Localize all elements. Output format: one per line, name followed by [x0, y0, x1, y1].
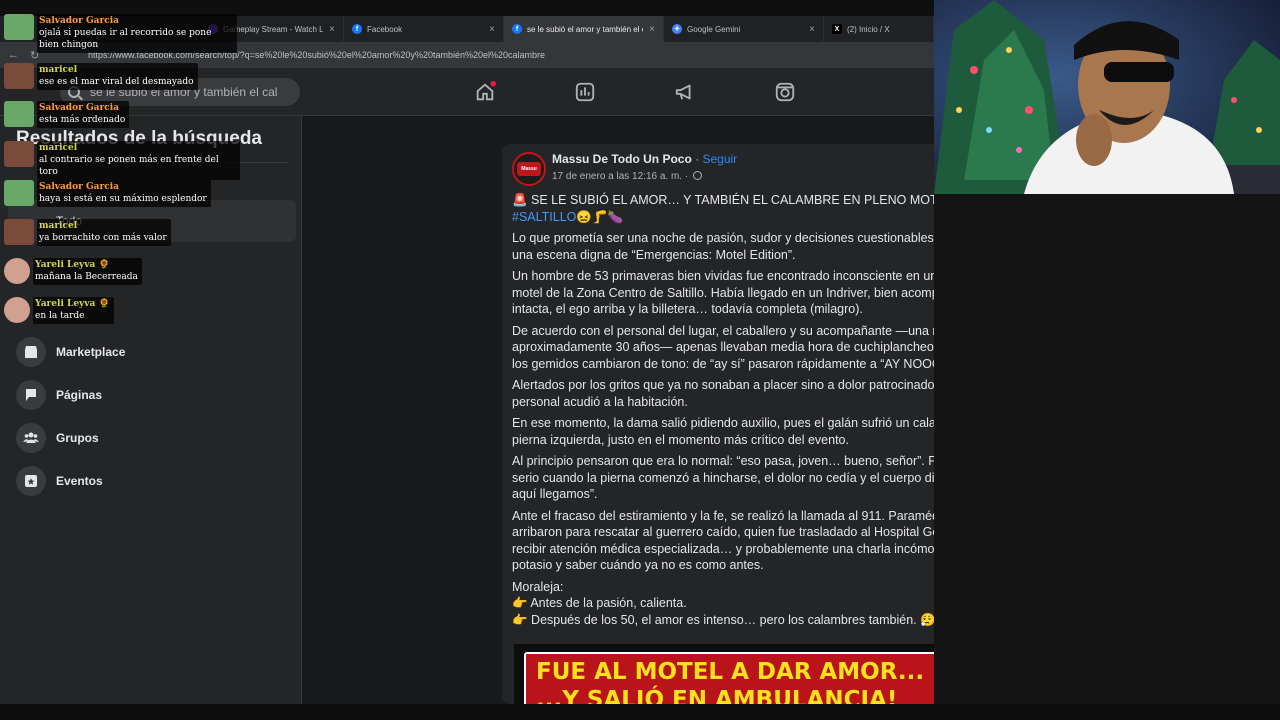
- video-icon[interactable]: [773, 80, 797, 104]
- globe-icon: [692, 171, 702, 180]
- chat-avatar: [4, 101, 34, 127]
- chat-message: maricel ese es el mar viral del desmayado: [4, 63, 198, 90]
- close-icon[interactable]: ×: [649, 24, 655, 35]
- chat-message: Salvador Garcia ojalá si puedas ir al rec…: [4, 14, 237, 53]
- hashtag-link[interactable]: #SALTILLO: [512, 210, 576, 224]
- close-icon[interactable]: ×: [489, 24, 495, 35]
- chat-message: maricel al contrario se ponen más en fren…: [4, 141, 240, 180]
- chat-avatar: [4, 63, 34, 89]
- megaphone-icon[interactable]: [673, 80, 697, 104]
- chat-avatar: [4, 141, 34, 167]
- webcam-overlay: [934, 0, 1280, 194]
- avatar[interactable]: Massu: [512, 152, 546, 186]
- tab-facebook[interactable]: f Facebook ×: [344, 16, 504, 42]
- sidebar-item-label: Grupos: [56, 431, 99, 445]
- sidebar-item-marketplace[interactable]: Marketplace: [16, 334, 286, 370]
- chat-avatar: [4, 219, 34, 245]
- tab-label: (2) Inicio / X: [847, 24, 890, 34]
- chat-text: esta más ordenado: [39, 115, 126, 125]
- sidebar-item-grupos[interactable]: Grupos: [16, 420, 286, 456]
- webcam-image: [934, 0, 1280, 194]
- post-date: 17 de enero a las 12:16 a. m. ·: [552, 171, 689, 182]
- chat-message: Yareli Leyva 🌻 mañana la Becerreada: [4, 258, 142, 285]
- search-results-feed: Massu Massu De Todo Un Poco · Seguir 17 …: [302, 116, 1068, 706]
- close-icon[interactable]: ×: [329, 24, 335, 35]
- facebook-icon: f: [512, 24, 522, 34]
- facebook-icon: f: [352, 24, 362, 34]
- chat-text: ya borrachito con más valor: [39, 233, 167, 243]
- separator: ·: [695, 152, 700, 166]
- chat-username: maricel: [39, 65, 78, 75]
- chat-text: ese es el mar viral del desmayado: [39, 77, 194, 87]
- chat-username: Salvador Garcia: [39, 182, 119, 192]
- flag-icon: [16, 380, 46, 410]
- x-icon: X: [832, 24, 842, 34]
- post-header: Massu De Todo Un Poco · Seguir: [552, 152, 737, 166]
- chat-username: maricel: [39, 143, 78, 153]
- chat-message: Salvador Garcia haya si está en su máximo…: [4, 180, 211, 207]
- avatar-logo-text: Massu: [517, 162, 541, 176]
- right-empty-area: [934, 194, 1280, 704]
- chat-text: ojalá si puedas ir al recorrido se pone …: [39, 28, 212, 50]
- chat-avatar: [4, 14, 34, 40]
- sidebar-item-label: Eventos: [56, 474, 103, 488]
- post-timestamp[interactable]: 17 de enero a las 12:16 a. m. ·: [552, 171, 702, 182]
- chat-username: Salvador Garcia: [39, 103, 119, 113]
- chat-username: Salvador Garcia: [39, 16, 119, 26]
- chat-avatar: [4, 180, 34, 206]
- tab-label: se le subió el amor y también el ca: [527, 24, 644, 34]
- home-icon[interactable]: [473, 80, 497, 104]
- sidebar-item-label: Páginas: [56, 388, 103, 402]
- chat-text: al contrario se ponen más en frente del …: [39, 155, 219, 177]
- chat-username: Yareli Leyva 🌻: [35, 260, 110, 270]
- feed-icon[interactable]: [573, 80, 597, 104]
- chat-avatar: [4, 297, 30, 323]
- sidebar-item-eventos[interactable]: Eventos: [16, 463, 286, 499]
- sidebar-item-paginas[interactable]: Páginas: [16, 377, 286, 413]
- post-author[interactable]: Massu De Todo Un Poco: [552, 152, 692, 166]
- chat-username: maricel: [39, 221, 78, 231]
- tab-label: Google Gemini: [687, 24, 741, 34]
- chat-text: mañana la Becerreada: [35, 272, 138, 282]
- headline-emoji: 😖🦵🍆: [576, 209, 624, 224]
- tab-search-result[interactable]: f se le subió el amor y también el ca ×: [504, 16, 664, 42]
- bottom-bar: [0, 704, 1280, 720]
- chat-username: Yareli Leyva 🌻: [35, 299, 110, 309]
- chat-avatar: [4, 258, 30, 284]
- tab-gemini[interactable]: ✦ Google Gemini ×: [664, 16, 824, 42]
- close-icon[interactable]: ×: [809, 24, 815, 35]
- gemini-icon: ✦: [672, 24, 682, 34]
- chat-message: maricel ya borrachito con más valor: [4, 219, 171, 246]
- tab-x[interactable]: X (2) Inicio / X: [824, 16, 934, 42]
- chat-text: haya si está en su máximo esplendor: [39, 194, 207, 204]
- chat-text: en la tarde: [35, 311, 85, 321]
- chat-message: Yareli Leyva 🌻 en la tarde: [4, 297, 114, 324]
- stream-chat-overlay: Salvador Garcia ojalá si puedas ir al rec…: [0, 0, 240, 330]
- chat-message: Salvador Garcia esta más ordenado: [4, 101, 130, 128]
- marketplace-icon: [16, 337, 46, 367]
- tab-label: Facebook: [367, 24, 403, 34]
- follow-button[interactable]: Seguir: [702, 152, 737, 166]
- groups-icon: [16, 423, 46, 453]
- screen: Gameplay Stream - Watch L × f Facebook ×…: [0, 0, 1280, 720]
- calendar-icon: [16, 466, 46, 496]
- sidebar-item-label: Marketplace: [56, 345, 126, 359]
